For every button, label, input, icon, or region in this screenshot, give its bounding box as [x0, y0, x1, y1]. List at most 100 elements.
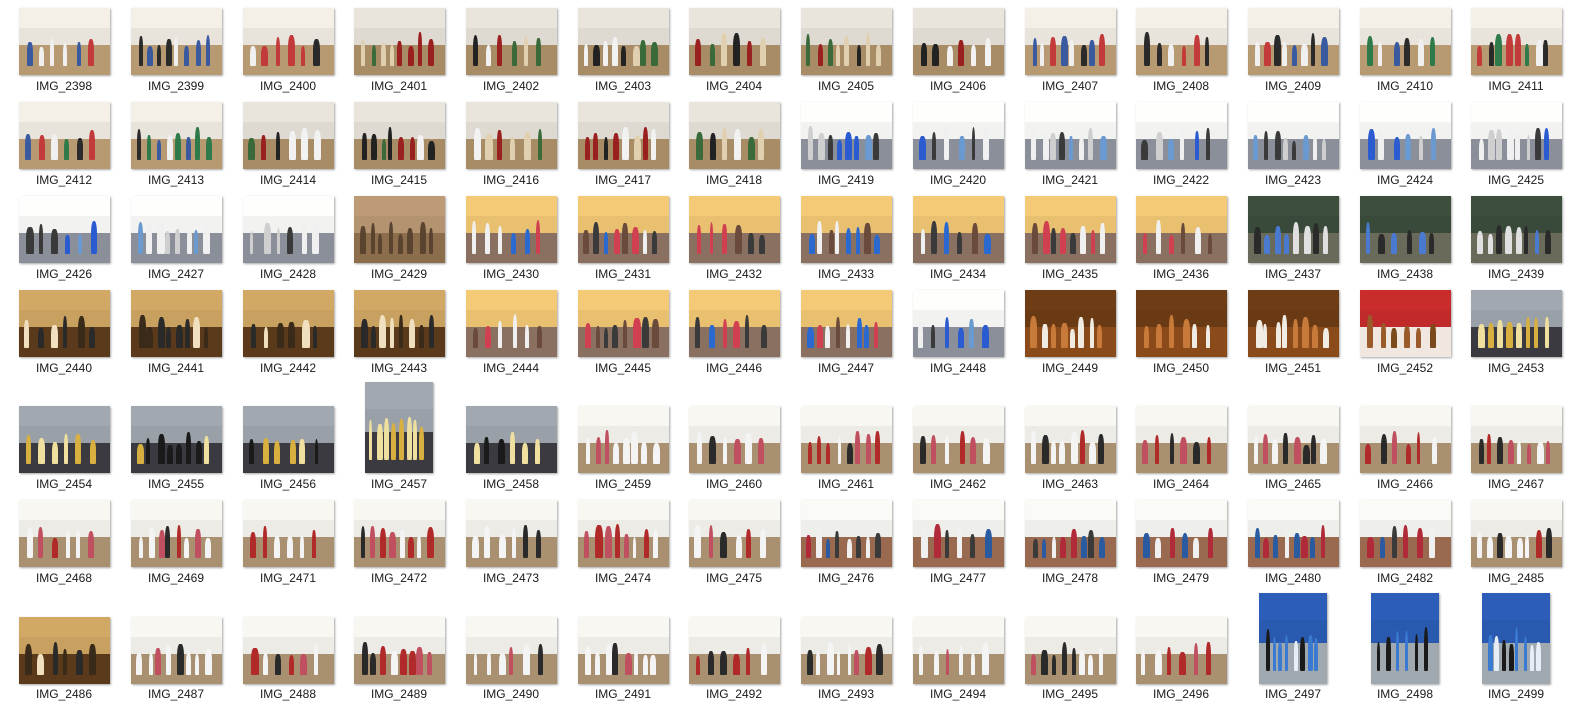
- image-thumbnail[interactable]: [800, 500, 892, 567]
- image-thumbnail[interactable]: [577, 8, 669, 75]
- image-thumbnail[interactable]: [577, 290, 669, 357]
- image-thumbnail[interactable]: [18, 8, 110, 75]
- image-thumbnail[interactable]: [1470, 290, 1562, 357]
- image-thumbnail[interactable]: [577, 500, 669, 567]
- thumbnail-figure: [1051, 441, 1057, 464]
- image-thumbnail[interactable]: [800, 196, 892, 263]
- image-thumbnail[interactable]: [242, 617, 334, 684]
- image-thumbnail[interactable]: [688, 8, 780, 75]
- image-thumbnail[interactable]: [800, 102, 892, 169]
- image-thumbnail[interactable]: [1371, 593, 1439, 684]
- image-thumbnail[interactable]: [1135, 102, 1227, 169]
- image-thumbnail[interactable]: [1024, 290, 1116, 357]
- image-thumbnail[interactable]: [912, 290, 1004, 357]
- image-thumbnail[interactable]: [1247, 196, 1339, 263]
- thumbnail-figure: [361, 318, 368, 348]
- image-thumbnail[interactable]: [1359, 102, 1451, 169]
- image-thumbnail[interactable]: [465, 8, 557, 75]
- image-thumbnail[interactable]: [1359, 8, 1451, 75]
- image-thumbnail[interactable]: [353, 8, 445, 75]
- image-thumbnail[interactable]: [688, 102, 780, 169]
- image-thumbnail[interactable]: [353, 500, 445, 567]
- image-thumbnail[interactable]: [1247, 8, 1339, 75]
- image-thumbnail[interactable]: [577, 617, 669, 684]
- image-thumbnail[interactable]: [1470, 8, 1562, 75]
- image-thumbnail[interactable]: [1247, 102, 1339, 169]
- image-thumbnail[interactable]: [18, 500, 110, 567]
- image-thumbnail[interactable]: [912, 8, 1004, 75]
- image-thumbnail[interactable]: [1135, 406, 1227, 473]
- image-thumbnail[interactable]: [1359, 290, 1451, 357]
- image-thumbnail[interactable]: [353, 196, 445, 263]
- image-thumbnail[interactable]: [18, 196, 110, 263]
- image-thumbnail[interactable]: [912, 196, 1004, 263]
- image-thumbnail[interactable]: [688, 290, 780, 357]
- image-thumbnail[interactable]: [1359, 500, 1451, 567]
- image-thumbnail[interactable]: [688, 196, 780, 263]
- image-thumbnail[interactable]: [688, 617, 780, 684]
- image-thumbnail[interactable]: [912, 617, 1004, 684]
- image-thumbnail[interactable]: [130, 500, 222, 567]
- image-thumbnail[interactable]: [1135, 500, 1227, 567]
- image-thumbnail[interactable]: [365, 382, 433, 473]
- image-thumbnail[interactable]: [1024, 406, 1116, 473]
- image-thumbnail[interactable]: [130, 8, 222, 75]
- image-thumbnail[interactable]: [577, 102, 669, 169]
- image-thumbnail[interactable]: [1482, 593, 1550, 684]
- image-thumbnail[interactable]: [1470, 500, 1562, 567]
- image-thumbnail[interactable]: [130, 406, 222, 473]
- image-thumbnail[interactable]: [1259, 593, 1327, 684]
- image-thumbnail[interactable]: [1024, 500, 1116, 567]
- image-thumbnail[interactable]: [800, 290, 892, 357]
- image-thumbnail[interactable]: [242, 290, 334, 357]
- image-thumbnail[interactable]: [1470, 196, 1562, 263]
- image-thumbnail[interactable]: [353, 102, 445, 169]
- image-thumbnail[interactable]: [465, 406, 557, 473]
- image-thumbnail[interactable]: [242, 102, 334, 169]
- image-thumbnail[interactable]: [800, 8, 892, 75]
- image-thumbnail[interactable]: [1359, 196, 1451, 263]
- image-thumbnail[interactable]: [242, 406, 334, 473]
- image-thumbnail[interactable]: [800, 617, 892, 684]
- image-thumbnail[interactable]: [18, 290, 110, 357]
- image-thumbnail[interactable]: [18, 102, 110, 169]
- image-thumbnail[interactable]: [130, 196, 222, 263]
- image-thumbnail[interactable]: [1359, 406, 1451, 473]
- image-thumbnail[interactable]: [465, 500, 557, 567]
- image-thumbnail[interactable]: [465, 617, 557, 684]
- image-thumbnail[interactable]: [1247, 290, 1339, 357]
- image-thumbnail[interactable]: [577, 196, 669, 263]
- image-thumbnail[interactable]: [912, 102, 1004, 169]
- image-thumbnail[interactable]: [1024, 8, 1116, 75]
- image-thumbnail[interactable]: [1470, 406, 1562, 473]
- image-thumbnail[interactable]: [242, 196, 334, 263]
- image-thumbnail[interactable]: [1024, 617, 1116, 684]
- image-thumbnail[interactable]: [130, 290, 222, 357]
- image-thumbnail[interactable]: [242, 8, 334, 75]
- image-thumbnail[interactable]: [1135, 290, 1227, 357]
- image-thumbnail[interactable]: [1135, 617, 1227, 684]
- image-thumbnail[interactable]: [353, 290, 445, 357]
- image-thumbnail[interactable]: [353, 617, 445, 684]
- image-thumbnail[interactable]: [1024, 102, 1116, 169]
- image-thumbnail[interactable]: [465, 196, 557, 263]
- image-thumbnail[interactable]: [1024, 196, 1116, 263]
- image-thumbnail[interactable]: [912, 500, 1004, 567]
- image-thumbnail[interactable]: [912, 406, 1004, 473]
- image-thumbnail[interactable]: [1247, 406, 1339, 473]
- image-thumbnail[interactable]: [130, 102, 222, 169]
- image-thumbnail[interactable]: [688, 406, 780, 473]
- image-thumbnail[interactable]: [688, 500, 780, 567]
- image-thumbnail[interactable]: [800, 406, 892, 473]
- image-thumbnail[interactable]: [465, 290, 557, 357]
- image-thumbnail[interactable]: [465, 102, 557, 169]
- image-thumbnail[interactable]: [1470, 102, 1562, 169]
- image-thumbnail[interactable]: [1247, 500, 1339, 567]
- image-thumbnail[interactable]: [577, 406, 669, 473]
- image-thumbnail[interactable]: [1135, 196, 1227, 263]
- image-thumbnail[interactable]: [18, 617, 110, 684]
- image-thumbnail[interactable]: [18, 406, 110, 473]
- image-thumbnail[interactable]: [242, 500, 334, 567]
- image-thumbnail[interactable]: [1135, 8, 1227, 75]
- image-thumbnail[interactable]: [130, 617, 222, 684]
